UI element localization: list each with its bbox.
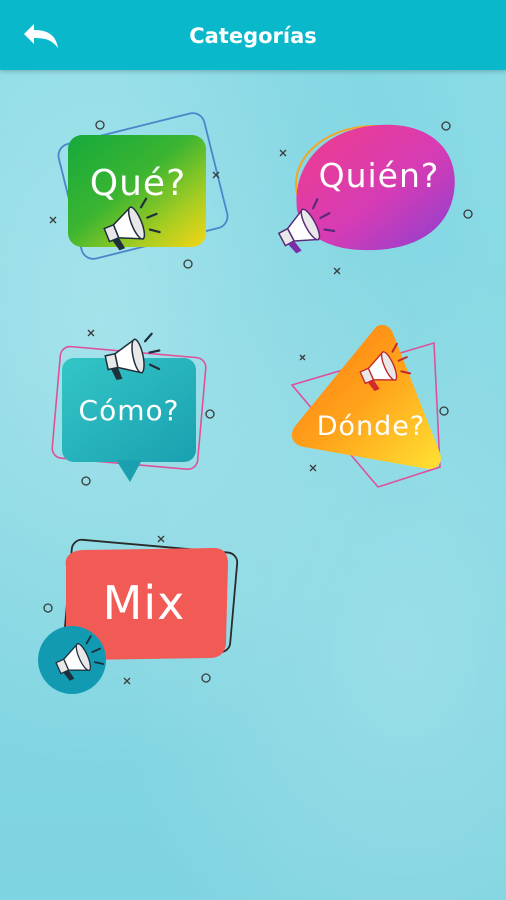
category-donde[interactable]: Dónde? <box>278 315 478 495</box>
donde-badge-graphic <box>290 324 449 488</box>
back-arrow-icon <box>24 24 58 48</box>
category-label-que: Qué? <box>89 163 187 204</box>
category-label-quien: Quién? <box>318 156 440 195</box>
quien-badge-graphic <box>277 121 473 275</box>
category-que[interactable]: Qué? <box>40 105 240 285</box>
back-button[interactable] <box>22 15 70 55</box>
category-label-donde: Dónde? <box>316 411 426 442</box>
category-label-como: Cómo? <box>78 394 180 427</box>
page-title: Categorías <box>189 24 317 48</box>
app-bar: Categorías <box>0 0 506 70</box>
category-quien[interactable]: Quién? <box>262 110 482 285</box>
category-mix[interactable]: Mix <box>34 530 244 700</box>
category-como[interactable]: Cómo? <box>50 318 230 493</box>
category-label-mix: Mix <box>102 576 186 630</box>
